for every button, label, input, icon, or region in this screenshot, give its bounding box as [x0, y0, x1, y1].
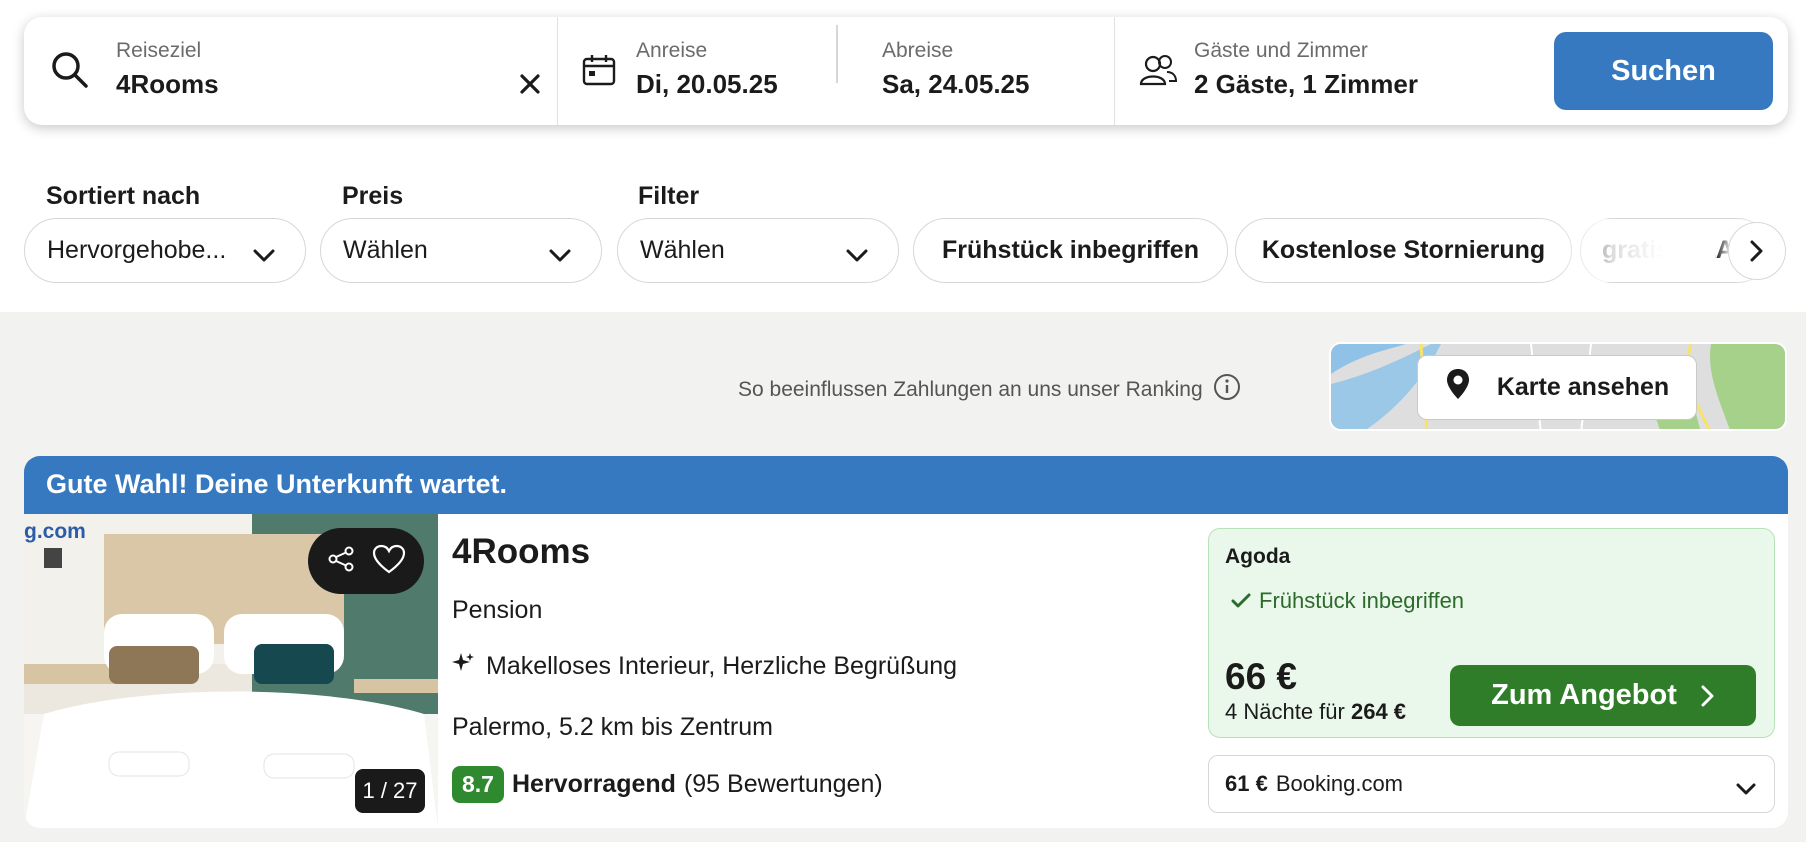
hotel-card[interactable]: g.com 1 / 27 4Rooms Pension Makelloses I… [24, 514, 1788, 828]
offer-provider: Agoda [1225, 545, 1291, 568]
offer-feature: Frühstück inbegriffen [1231, 588, 1464, 614]
sort-value: Hervorgehobe... [47, 236, 227, 264]
destination-field[interactable]: Reiseziel 4Rooms [24, 17, 558, 125]
offer-feature-text: Frühstück inbegriffen [1259, 588, 1465, 613]
ranking-info[interactable]: So beeinflussen Zahlungen an uns unser R… [738, 373, 1241, 407]
destination-label: Reiseziel [116, 39, 202, 62]
clear-icon[interactable] [516, 70, 544, 98]
photo-counter: 1 / 27 [355, 769, 425, 813]
chevron-down-icon [1736, 776, 1756, 802]
guests-label: Gäste und Zimmer [1194, 39, 1368, 62]
chevron-right-icon [1750, 240, 1763, 262]
search-button[interactable]: Suchen [1554, 32, 1773, 110]
guests-icon [1139, 54, 1178, 91]
hotel-highlights: Makelloses Interieur, Herzliche Begrüßun… [452, 652, 957, 681]
filter-label: Filter [638, 182, 700, 210]
chip-free-cancellation[interactable]: Kostenlose Stornierung [1235, 218, 1572, 283]
view-map-button[interactable]: Karte ansehen [1417, 355, 1697, 420]
scroll-right-button[interactable] [1728, 222, 1786, 280]
offer-total: 4 Nächte für 264 € [1225, 699, 1406, 725]
to-offer-button[interactable]: Zum Angebot [1450, 665, 1756, 726]
info-icon[interactable] [1213, 373, 1241, 407]
price-value: Wählen [343, 236, 428, 264]
sort-label: Sortiert nach [46, 182, 201, 210]
card-banner: Gute Wahl! Deine Unterkunft wartet. [24, 456, 1788, 514]
chevron-down-icon [549, 241, 571, 270]
share-icon[interactable] [327, 545, 355, 578]
location-pin-icon [1445, 367, 1471, 408]
calendar-icon [582, 54, 616, 91]
photo-actions [308, 528, 424, 594]
hotel-rating[interactable]: 8.7 Hervorragend (95 Bewertungen) [452, 766, 883, 803]
photo-watermark: g.com [24, 520, 86, 543]
rating-badge: 8.7 [452, 766, 504, 803]
filter-value: Wählen [640, 236, 725, 264]
chevron-right-icon [1701, 685, 1714, 706]
sort-select[interactable]: Hervorgehobe... [24, 218, 306, 283]
highlights-text: Makelloses Interieur, Herzliche Begrüßun… [486, 652, 958, 680]
hotel-location: Palermo, 5.2 km bis Zentrum [452, 713, 773, 741]
hotel-photo[interactable]: g.com 1 / 27 [24, 514, 438, 828]
sparkle-icon [452, 652, 474, 681]
offer-total-value: 264 € [1350, 699, 1407, 724]
chevron-down-icon [253, 241, 275, 270]
alt-offer-dropdown[interactable]: 61 € Booking.com [1208, 755, 1775, 813]
alt-offer-price: 61 € [1225, 771, 1268, 796]
rating-count: (95 Bewertungen) [683, 770, 883, 798]
checkin-label: Anreise [636, 39, 708, 62]
check-icon [1231, 593, 1251, 608]
heart-icon[interactable] [372, 544, 406, 579]
guests-value[interactable]: 2 Gäste, 1 Zimmer [1194, 69, 1418, 100]
ranking-text: So beeinflussen Zahlungen an uns unser R… [738, 378, 1203, 401]
hotel-name[interactable]: 4Rooms [452, 532, 590, 572]
checkout-label: Abreise [882, 39, 954, 62]
view-map-label: Karte ansehen [1496, 373, 1670, 401]
alt-offer-provider: Booking.com [1275, 771, 1404, 796]
rating-word: Hervorragend [511, 770, 676, 798]
chip-breakfast[interactable]: Frühstück inbegriffen [913, 218, 1228, 283]
hotel-type: Pension [452, 596, 543, 624]
offer-price: 66 € [1225, 656, 1298, 697]
checkout-value[interactable]: Sa, 24.05.25 [882, 69, 1029, 100]
to-offer-label: Zum Angebot [1491, 679, 1677, 711]
filter-select[interactable]: Wählen [617, 218, 899, 283]
checkin-value[interactable]: Di, 20.05.25 [636, 69, 778, 100]
search-bar: Reiseziel 4Rooms Anreise Di, 20.05.25 Ab… [24, 17, 1788, 125]
destination-value[interactable]: 4Rooms [116, 69, 219, 100]
search-icon [50, 50, 90, 95]
price-label: Preis [342, 182, 404, 210]
price-select[interactable]: Wählen [320, 218, 602, 283]
offer-total-prefix: 4 Nächte für [1225, 699, 1345, 724]
date-divider [836, 25, 838, 83]
main-offer[interactable]: Agoda Frühstück inbegriffen 66 € 4 Nächt… [1208, 528, 1775, 738]
chevron-down-icon [846, 241, 868, 270]
